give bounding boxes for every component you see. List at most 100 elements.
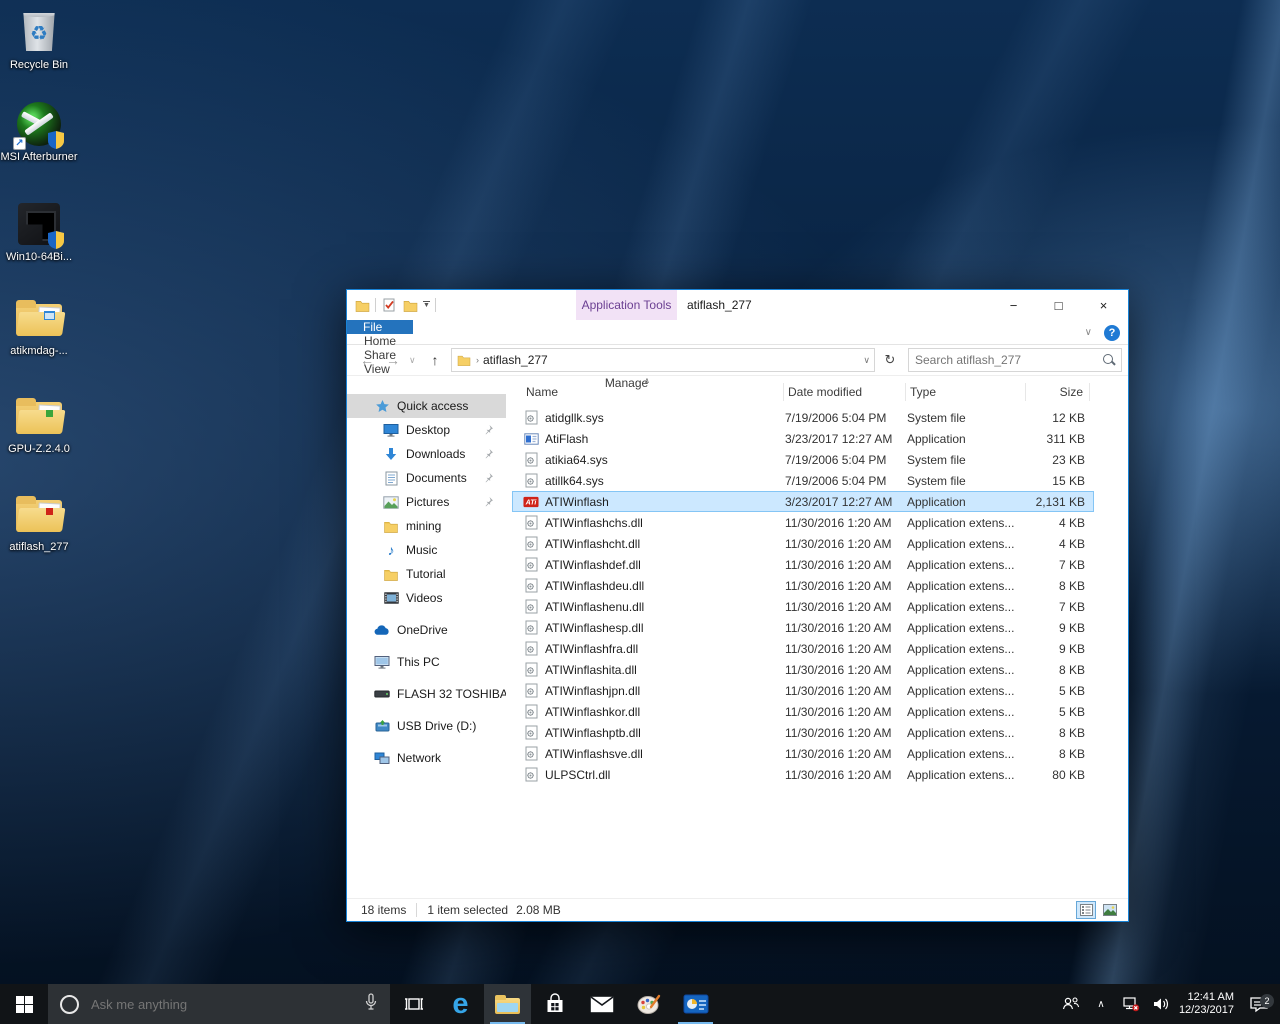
file-row[interactable]: ATIWinflashita.dll11/30/2016 1:20 AMAppl… [512,659,1094,680]
file-row[interactable]: ATIWinflashptb.dll11/30/2016 1:20 AMAppl… [512,722,1094,743]
file-row[interactable]: ATIWinflashdeu.dll11/30/2016 1:20 AMAppl… [512,575,1094,596]
sidebar-item-network[interactable]: Network [347,746,506,770]
desktop-icon-win10-installer[interactable]: Win10-64Bi... [0,200,78,264]
selection-size: 2.08 MB [516,903,561,917]
customize-qat-icon[interactable]: ▼ [423,301,430,309]
file-name: ATIWinflash [545,495,609,509]
properties-icon[interactable] [381,297,397,313]
taskbar-app-system-info-app[interactable] [672,984,719,1024]
search-box[interactable] [908,348,1122,372]
breadcrumb[interactable]: atiflash_277 [483,353,548,367]
column-header-size[interactable]: Size [1026,383,1090,401]
task-view-button[interactable] [390,984,437,1024]
new-folder-icon[interactable] [402,297,418,313]
ribbon-tab-row: FileHomeShareViewManage ∨ ? [347,320,1128,345]
file-row[interactable]: ATIWinflashfra.dll11/30/2016 1:20 AMAppl… [512,638,1094,659]
folder-window-icon [15,294,63,342]
file-row[interactable]: ATIWinflashkor.dll11/30/2016 1:20 AMAppl… [512,701,1094,722]
desktop-icon-msi-afterburner[interactable]: ↗MSI Afterburner [0,100,78,164]
close-button[interactable]: × [1081,290,1126,320]
taskbar-search-input[interactable] [91,997,352,1012]
sidebar-item-flash-32-toshiba-e[interactable]: FLASH 32 TOSHIBA (E [347,682,506,706]
pin-icon [483,496,494,507]
action-center-button[interactable]: 2 [1238,996,1280,1013]
sidebar-item-usb-drive-d-[interactable]: USB Drive (D:) [347,714,506,738]
search-input[interactable] [915,353,1103,367]
network-disconnected-icon[interactable] [1116,996,1146,1012]
ribbon-tab-home[interactable]: Home [347,334,413,348]
minimize-button[interactable]: − [991,290,1036,320]
sidebar-item-onedrive[interactable]: OneDrive [347,618,506,642]
file-row[interactable]: ATIWinflashcht.dll11/30/2016 1:20 AMAppl… [512,533,1094,554]
ribbon-tab-file[interactable]: File [347,320,413,334]
file-row[interactable]: AtiFlash3/23/2017 12:27 AMApplication311… [512,428,1094,449]
column-header-name[interactable]: Name [512,383,784,401]
taskbar-clock[interactable]: 12:41 AM 12/23/2017 [1176,991,1238,1017]
title-bar[interactable]: ▼ Application Tools atiflash_277 − □ × [347,290,1128,320]
clock-date: 12/23/2017 [1176,1004,1234,1017]
taskbar-app-mail[interactable] [578,984,625,1024]
file-size: 15 KB [1027,474,1091,488]
ribbon-tab-view[interactable]: View [347,362,413,376]
sidebar-item-tutorial[interactable]: Tutorial [347,562,506,586]
volume-icon[interactable] [1146,996,1176,1012]
file-row[interactable]: ULPSCtrl.dll11/30/2016 1:20 AMApplicatio… [512,764,1094,785]
file-row[interactable]: ATIWinflashenu.dll11/30/2016 1:20 AMAppl… [512,596,1094,617]
file-name-cell: ATIWinflashfra.dll [513,641,785,656]
file-type: System file [907,474,1027,488]
maximize-button[interactable]: □ [1036,290,1081,320]
file-row[interactable]: ATIWinflashsve.dll11/30/2016 1:20 AMAppl… [512,743,1094,764]
address-bar[interactable]: › atiflash_277 ∨ [451,348,875,372]
ribbon-tab-share[interactable]: Share [347,348,413,362]
column-header-date-modified[interactable]: Date modified [784,383,906,401]
address-dropdown-icon[interactable]: ∨ [863,355,870,366]
file-row[interactable]: ATIWinflashchs.dll11/30/2016 1:20 AMAppl… [512,512,1094,533]
file-date-modified: 11/30/2016 1:20 AM [785,621,907,635]
refresh-icon[interactable]: ↻ [881,352,899,368]
file-row[interactable]: ATIWinflashdef.dll11/30/2016 1:20 AMAppl… [512,554,1094,575]
file-type: Application extens... [907,537,1027,551]
file-row[interactable]: ATIWinflashjpn.dll11/30/2016 1:20 AMAppl… [512,680,1094,701]
file-date-modified: 7/19/2006 5:04 PM [785,453,907,467]
taskbar-app-paint[interactable] [625,984,672,1024]
sidebar-item-pictures[interactable]: Pictures [347,490,506,514]
sidebar-item-label: Tutorial [406,567,446,581]
file-row[interactable]: atillk64.sys7/19/2006 5:04 PMSystem file… [512,470,1094,491]
breadcrumb-chevron-icon[interactable]: › [476,355,479,365]
file-row[interactable]: ATIWinflashesp.dll11/30/2016 1:20 AMAppl… [512,617,1094,638]
ribbon-collapse-icon[interactable]: ∨ [1085,327,1092,338]
sidebar-item-mining[interactable]: mining [347,514,506,538]
sidebar-item-label: Documents [406,471,467,485]
file-row[interactable]: atidgllk.sys7/19/2006 5:04 PMSystem file… [512,407,1094,428]
start-button[interactable] [0,984,48,1024]
file-size: 9 KB [1027,642,1091,656]
hidden-icons-chevron[interactable]: ∧ [1086,999,1116,1010]
sidebar-item-this-pc[interactable]: This PC [347,650,506,674]
desktop-icon-gpu-z-folder[interactable]: GPU-Z.2.4.0 [0,392,78,456]
column-header-type[interactable]: Type [906,383,1026,401]
up-icon[interactable]: ↑ [425,352,445,368]
desktop-icon-atikmdag-folder[interactable]: atikmdag-... [0,294,78,358]
desktop-icon-atiflash-folder[interactable]: atiflash_277 [0,490,78,554]
desktop-icon-recycle-bin[interactable]: ♻Recycle Bin [0,8,78,72]
people-icon[interactable] [1056,996,1086,1012]
taskbar-app-store[interactable] [531,984,578,1024]
taskbar-app-edge[interactable]: e [437,984,484,1024]
sidebar-item-quick-access[interactable]: Quick access [347,394,506,418]
sidebar-item-music[interactable]: ♪Music [347,538,506,562]
file-row[interactable]: ATiATIWinflash3/23/2017 12:27 AMApplicat… [512,491,1094,512]
details-view-button[interactable] [1076,901,1096,919]
help-icon[interactable]: ? [1104,325,1120,341]
taskbar-app-file-explorer[interactable] [484,984,531,1024]
large-icons-view-button[interactable] [1100,901,1120,919]
sidebar-item-downloads[interactable]: Downloads [347,442,506,466]
sidebar-item-documents[interactable]: Documents [347,466,506,490]
sidebar-item-videos[interactable]: Videos [347,586,506,610]
cortana-search-bar[interactable] [48,984,390,1024]
search-icon[interactable] [1103,354,1115,366]
file-size: 80 KB [1027,768,1091,782]
sidebar-item-desktop[interactable]: Desktop [347,418,506,442]
microphone-icon[interactable] [364,993,378,1016]
file-name: ATIWinflashsve.dll [545,747,643,761]
file-row[interactable]: atikia64.sys7/19/2006 5:04 PMSystem file… [512,449,1094,470]
